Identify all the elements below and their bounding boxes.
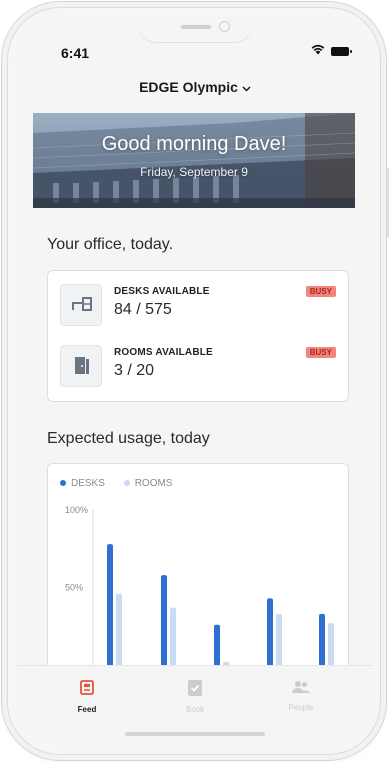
home-indicator xyxy=(125,732,265,736)
rooms-availability[interactable]: ROOMS AVAILABLE 3 / 20 BUSY xyxy=(60,345,336,387)
rooms-label: ROOMS AVAILABLE xyxy=(114,347,213,358)
book-icon xyxy=(188,680,202,696)
app-screen: 6:41 EDGE Olympic Good morning Dave! Fri… xyxy=(17,17,373,745)
office-section-title: Your office, today. xyxy=(47,236,174,253)
door-icon xyxy=(60,345,102,387)
desk-icon xyxy=(60,284,102,326)
desks-availability[interactable]: DESKS AVAILABLE 84 / 575 BUSY xyxy=(60,284,336,326)
notch xyxy=(139,17,251,43)
office-availability-card: DESKS AVAILABLE 84 / 575 BUSY ROOMS AVAI… xyxy=(47,270,349,402)
rooms-value: 3 / 20 xyxy=(114,362,155,379)
people-icon xyxy=(292,681,310,693)
building-photo xyxy=(33,113,355,208)
y-tick-label: 100% xyxy=(65,505,88,515)
tab-people-label: People xyxy=(288,703,314,712)
date-label: Friday, September 9 xyxy=(140,165,248,179)
desks-status-badge: BUSY xyxy=(305,286,336,297)
tab-feed-label: Feed xyxy=(77,705,97,714)
location-selector[interactable]: EDGE Olympic xyxy=(17,79,373,95)
wifi-icon xyxy=(311,44,325,55)
y-tick-label: 50% xyxy=(65,583,83,593)
chevron-down-icon xyxy=(242,79,251,95)
status-time: 6:41 xyxy=(61,45,90,61)
camera xyxy=(219,21,230,32)
tab-book-label: Book xyxy=(185,705,205,714)
tab-book[interactable]: Book xyxy=(155,680,235,714)
greeting: Good morning Dave! xyxy=(101,133,287,155)
hero-banner: Good morning Dave! Friday, September 9 xyxy=(33,113,355,208)
desks-value: 84 / 575 xyxy=(114,301,172,318)
usage-section-title: Expected usage, today xyxy=(47,430,210,447)
feed-icon xyxy=(80,680,94,695)
rooms-status-badge: BUSY xyxy=(305,347,336,358)
speaker xyxy=(181,25,211,29)
tab-people[interactable]: People xyxy=(261,680,341,712)
desks-label: DESKS AVAILABLE xyxy=(114,286,210,297)
tab-feed[interactable]: Feed xyxy=(47,680,127,714)
battery-icon xyxy=(331,47,352,56)
location-name: EDGE Olympic xyxy=(139,79,238,95)
